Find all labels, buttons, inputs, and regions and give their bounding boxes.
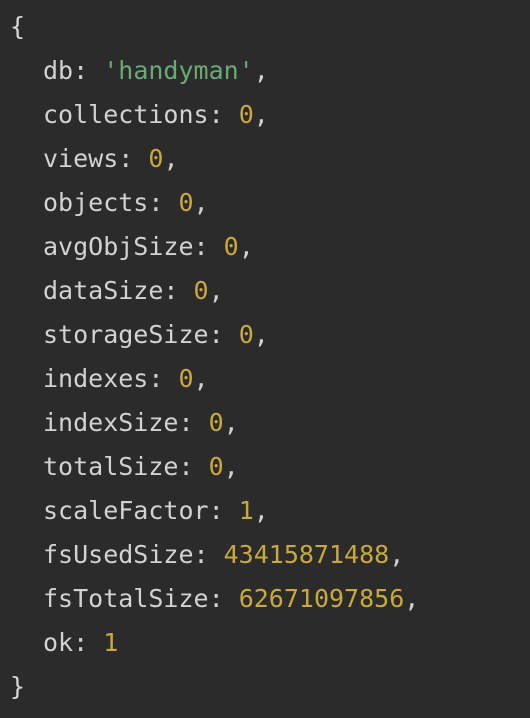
field-value: 0 bbox=[178, 364, 194, 393]
field-fsusedsize: fsUsedSize: 43415871488, bbox=[43, 540, 405, 569]
field-key: objects bbox=[43, 188, 149, 217]
field-key: fsUsedSize bbox=[43, 540, 194, 569]
field-avgobjsize: avgObjSize: 0, bbox=[43, 232, 254, 261]
console-output: { db: 'handyman', collections: 0, views:… bbox=[0, 0, 530, 718]
field-fstotalsize: fsTotalSize: 62671097856, bbox=[43, 584, 420, 613]
field-key: dataSize bbox=[43, 276, 164, 305]
field-key: db bbox=[43, 56, 74, 85]
field-key: totalSize bbox=[43, 452, 179, 481]
field-key: collections bbox=[43, 100, 209, 129]
field-value: 1 bbox=[103, 628, 119, 657]
open-brace: { bbox=[10, 12, 26, 41]
field-ok: ok: 1 bbox=[43, 628, 119, 657]
field-value: 0 bbox=[223, 232, 239, 261]
field-db: db: 'handyman', bbox=[43, 56, 269, 85]
field-value: 0 bbox=[148, 144, 164, 173]
field-datasize: dataSize: 0, bbox=[43, 276, 224, 305]
field-key: scaleFactor bbox=[43, 496, 209, 525]
field-value: 'handyman' bbox=[103, 56, 254, 85]
field-value: 62671097856 bbox=[238, 584, 405, 613]
field-value: 1 bbox=[238, 496, 254, 525]
field-key: views bbox=[43, 144, 119, 173]
field-collections: collections: 0, bbox=[43, 100, 269, 129]
field-value: 0 bbox=[178, 188, 194, 217]
field-indexes: indexes: 0, bbox=[43, 364, 209, 393]
close-brace: } bbox=[10, 672, 26, 701]
field-value: 0 bbox=[208, 452, 224, 481]
field-storagesize: storageSize: 0, bbox=[43, 320, 269, 349]
field-key: indexSize bbox=[43, 408, 179, 437]
field-value: 0 bbox=[193, 276, 209, 305]
field-views: views: 0, bbox=[43, 144, 179, 173]
field-key: ok bbox=[43, 628, 74, 657]
field-key: fsTotalSize bbox=[43, 584, 209, 613]
field-key: storageSize bbox=[43, 320, 209, 349]
field-value: 0 bbox=[238, 320, 254, 349]
field-value: 0 bbox=[238, 100, 254, 129]
field-value: 43415871488 bbox=[223, 540, 390, 569]
field-objects: objects: 0, bbox=[43, 188, 209, 217]
field-scalefactor: scaleFactor: 1, bbox=[43, 496, 269, 525]
field-value: 0 bbox=[208, 408, 224, 437]
field-key: indexes bbox=[43, 364, 149, 393]
field-indexsize: indexSize: 0, bbox=[43, 408, 239, 437]
field-key: avgObjSize bbox=[43, 232, 194, 261]
field-totalsize: totalSize: 0, bbox=[43, 452, 239, 481]
